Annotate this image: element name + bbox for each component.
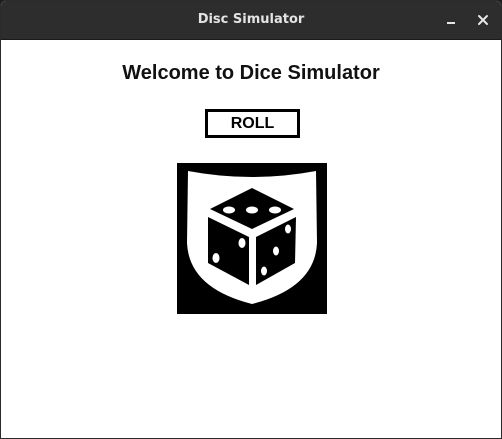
title-bar[interactable]: Disc Simulator xyxy=(1,1,501,40)
page-title: Welcome to Dice Simulator xyxy=(122,62,380,84)
main-content: Welcome to Dice Simulator ROLL xyxy=(1,40,501,438)
minimize-icon xyxy=(447,22,455,24)
close-button[interactable] xyxy=(473,10,493,30)
window-title: Disc Simulator xyxy=(197,12,305,27)
roll-button[interactable]: ROLL xyxy=(205,109,300,138)
dice-shield-icon xyxy=(177,163,327,314)
close-icon xyxy=(478,15,488,25)
minimize-button[interactable] xyxy=(441,10,461,30)
app-window: Disc Simulator Welcome to Dice Simulator… xyxy=(0,0,502,439)
